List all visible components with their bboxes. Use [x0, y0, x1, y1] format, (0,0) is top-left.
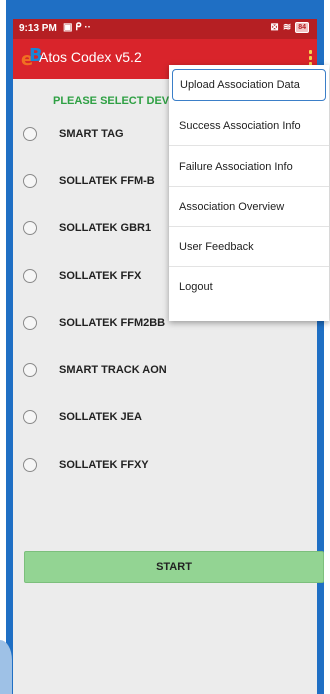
status-bar: 9:13 PM ▣ ᑭ ·· ⊠ ≋ 84 [13, 19, 317, 39]
device-option-label: SOLLATEK FFXY [59, 459, 149, 471]
menu-item-failure-association-info[interactable]: Failure Association Info [169, 147, 329, 187]
wifi-icon: ≋ [282, 22, 292, 33]
menu-item-upload-association-data[interactable]: Upload Association Data [172, 69, 326, 101]
device-option-label: SOLLATEK FFM2BB [59, 317, 166, 329]
menu-item-association-overview[interactable]: Association Overview [169, 187, 329, 227]
battery-icon: 84 [295, 22, 309, 33]
app-title: Atos Codex v5.2 [39, 49, 142, 65]
radio-button[interactable] [23, 269, 37, 283]
radio-button[interactable] [23, 174, 37, 188]
radio-button[interactable] [23, 316, 37, 330]
status-more: ·· [84, 22, 91, 33]
device-option-label: SOLLATEK GBR1 [59, 222, 152, 234]
notification-icon: ▣ [63, 22, 73, 33]
start-button[interactable]: START [24, 551, 324, 583]
radio-button[interactable] [23, 410, 37, 424]
device-option[interactable]: SOLLATEK FFXY [23, 453, 149, 477]
device-option-label: SMART TRACK AON [59, 364, 167, 376]
device-option[interactable]: SOLLATEK FFX [23, 264, 141, 288]
device-option-label: SOLLATEK FFM-B [59, 175, 155, 187]
device-option[interactable]: SOLLATEK FFM-B [23, 169, 155, 193]
device-option[interactable]: SMART TRACK AON [23, 358, 167, 382]
device-option-label: SOLLATEK JEA [59, 411, 142, 423]
device-option[interactable]: SMART TAG [23, 122, 124, 146]
sim-icon: ⊠ [270, 22, 279, 33]
page-heading: PLEASE SELECT DEV [53, 95, 170, 107]
menu-item-logout[interactable]: Logout [169, 267, 329, 307]
menu-item-user-feedback[interactable]: User Feedback [169, 227, 329, 267]
p-icon: ᑭ [75, 22, 82, 33]
menu-item-success-association-info[interactable]: Success Association Info [169, 106, 329, 146]
radio-button[interactable] [23, 458, 37, 472]
radio-button[interactable] [23, 127, 37, 141]
status-right-icons: ⊠ ≋ 84 [270, 22, 309, 33]
device-option-label: SOLLATEK FFX [59, 270, 142, 282]
device-option[interactable]: SOLLATEK JEA [23, 405, 142, 429]
radio-button[interactable] [23, 221, 37, 235]
device-option[interactable]: SOLLATEK GBR1 [23, 216, 151, 240]
device-option[interactable]: SOLLATEK FFM2BB [23, 311, 165, 335]
status-left-icons: ▣ ᑭ ·· [63, 22, 91, 33]
device-option-label: SMART TAG [59, 128, 124, 140]
app-logo: e B [21, 45, 43, 70]
status-time: 9:13 PM [19, 23, 57, 34]
overflow-menu: Upload Association Data Success Associat… [169, 65, 329, 321]
radio-button[interactable] [23, 363, 37, 377]
